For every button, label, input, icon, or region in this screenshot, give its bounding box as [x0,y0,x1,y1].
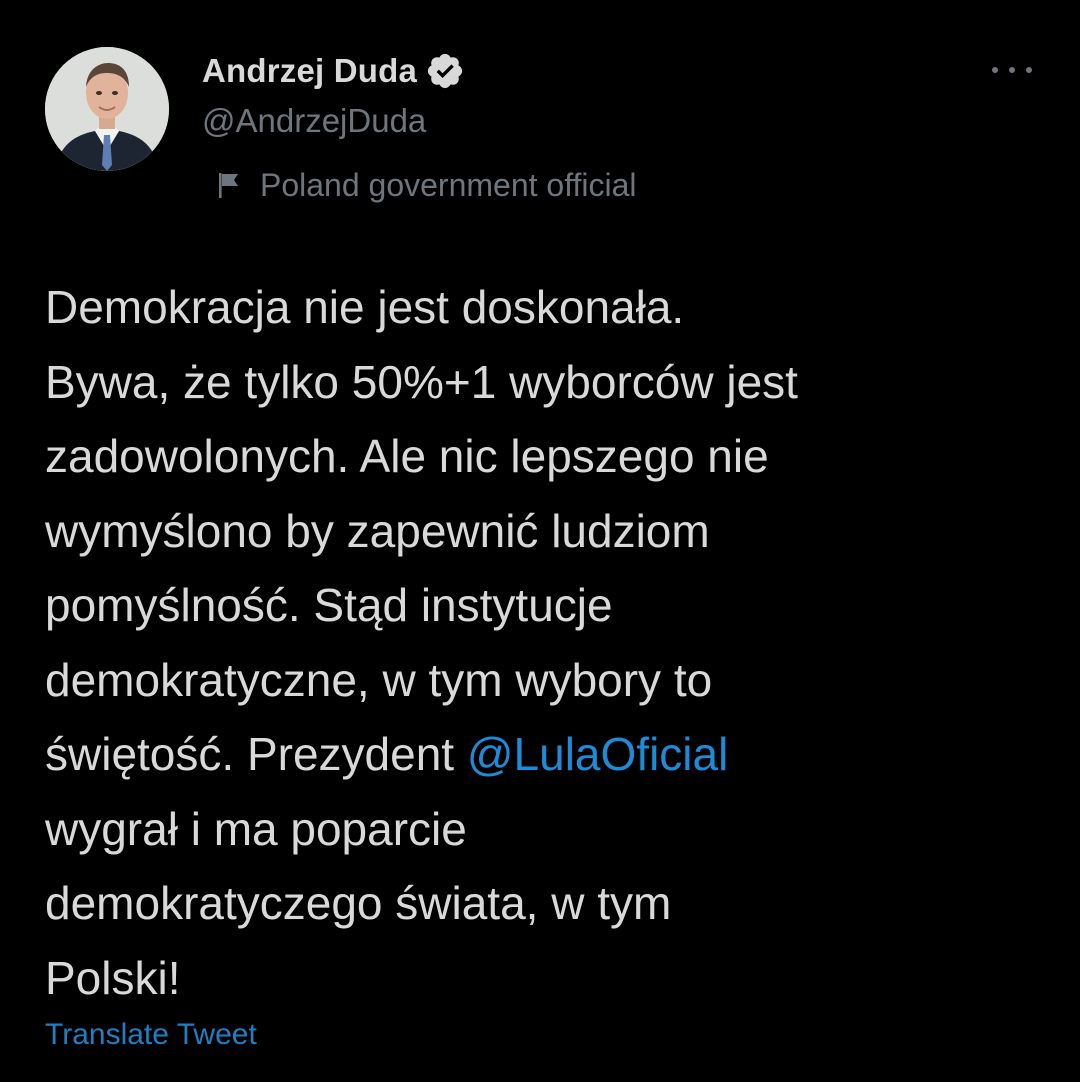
display-name[interactable]: Andrzej Duda [202,52,417,90]
more-dots-icon[interactable] [992,58,1032,82]
dot [1009,67,1015,73]
avatar-portrait-icon [45,47,169,171]
tweet-text-part-1: Demokracja nie jest doskonała. Bywa, że … [45,281,798,780]
government-label: Poland government official [214,164,637,206]
avatar[interactable] [45,47,169,171]
user-handle[interactable]: @AndrzejDuda [202,102,426,140]
name-row: Andrzej Duda [202,50,465,92]
dot [1026,67,1032,73]
mention-link[interactable]: @LulaOficial [467,728,728,780]
flag-icon [214,170,244,200]
tweet-text: Demokracja nie jest doskonała. Bywa, że … [45,270,1045,1015]
government-label-text: Poland government official [260,166,637,203]
dot [992,67,998,73]
verified-badge-icon [425,51,465,91]
tweet-text-part-2: wygrał i ma poparcie demokratyczego świa… [45,802,672,1004]
translate-tweet-link[interactable]: Translate Tweet [45,1018,257,1052]
tweet-card: Andrzej Duda @AndrzejDuda Poland governm… [0,0,1080,1082]
